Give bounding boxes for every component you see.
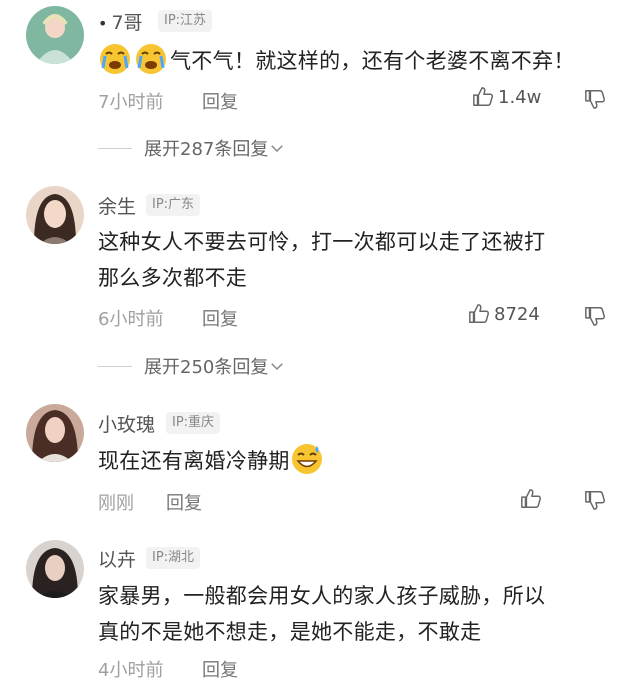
like-button[interactable]: 8724 xyxy=(468,303,540,325)
reply-button[interactable]: 回复 xyxy=(202,305,238,331)
avatar[interactable] xyxy=(26,186,84,244)
avatar[interactable] xyxy=(26,540,84,598)
comment-text-line: 这种女人不要去可怜，打一次都可以走了还被打 xyxy=(98,230,546,254)
comment-time: 7小时前 xyxy=(98,92,164,113)
comment-text: 现在还有离婚冷静期 xyxy=(98,442,610,479)
reply-button[interactable]: 回复 xyxy=(166,489,202,515)
like-count: 1.4w xyxy=(498,86,542,108)
comment-text: 气不气！就这样的，还有个老婆不离不弃！ xyxy=(98,42,610,79)
crying-emoji-icon xyxy=(100,44,130,74)
divider xyxy=(98,147,132,149)
comment-text-line: 家暴男，一般都会用女人的家人孩子威胁，所以 xyxy=(98,584,546,608)
username[interactable]: 小玫瑰 xyxy=(98,410,155,437)
username[interactable]: 以卉 xyxy=(98,545,136,572)
bullet: • xyxy=(98,14,108,33)
ip-location-tag: IP:广东 xyxy=(146,194,201,216)
expand-label: 展开250条回复 xyxy=(144,357,269,378)
thumb-down-icon xyxy=(585,491,606,510)
reply-button[interactable]: 回复 xyxy=(202,656,238,682)
divider xyxy=(98,365,132,367)
comment-text-content: 现在还有离婚冷静期 xyxy=(98,449,290,473)
dislike-button[interactable] xyxy=(584,489,606,511)
thumb-down-icon xyxy=(585,307,606,326)
username[interactable]: • 7哥 xyxy=(98,8,143,35)
thumb-up-icon xyxy=(521,489,542,508)
ip-location-tag: IP:重庆 xyxy=(166,412,221,434)
like-count: 8724 xyxy=(494,303,540,325)
thumb-up-icon xyxy=(469,304,490,323)
comment-time: 刚刚 xyxy=(98,493,134,514)
grin-sweat-emoji-icon xyxy=(291,444,322,474)
avatar[interactable] xyxy=(26,6,84,64)
crying-emoji-icon xyxy=(136,44,166,74)
chevron-down-icon xyxy=(271,145,284,153)
dislike-button[interactable] xyxy=(584,88,606,110)
username-text: 7哥 xyxy=(111,12,143,34)
thumb-down-icon xyxy=(585,90,606,109)
comment-text-line: 真的不是她不想走，是她不能走，不敢走 xyxy=(98,620,482,644)
username[interactable]: 余生 xyxy=(98,192,136,219)
comment-time: 6小时前 xyxy=(98,309,164,330)
expand-replies-button[interactable]: 展开287条回复 xyxy=(98,135,286,161)
like-button[interactable]: 1.4w xyxy=(472,86,541,108)
like-button[interactable] xyxy=(520,488,542,510)
expand-label: 展开287条回复 xyxy=(144,139,269,160)
ip-location-tag: IP:江苏 xyxy=(158,10,213,32)
expand-replies-button[interactable]: 展开250条回复 xyxy=(98,353,286,379)
avatar[interactable] xyxy=(26,404,84,462)
comment-text-content: 气不气！就这样的，还有个老婆不离不弃！ xyxy=(170,49,575,73)
dislike-button[interactable] xyxy=(584,305,606,327)
comment-text-line: 那么多次都不走 xyxy=(98,266,248,290)
comment-time: 4小时前 xyxy=(98,660,164,681)
thumb-up-icon xyxy=(473,87,494,106)
ip-location-tag: IP:湖北 xyxy=(146,547,201,569)
chevron-down-icon xyxy=(271,363,284,371)
comment-text: 这种女人不要去可怜，打一次都可以走了还被打 那么多次都不走 xyxy=(98,224,610,296)
reply-button[interactable]: 回复 xyxy=(202,88,238,114)
comment-text: 家暴男，一般都会用女人的家人孩子威胁，所以 真的不是她不想走，是她不能走，不敢走 xyxy=(98,578,610,650)
